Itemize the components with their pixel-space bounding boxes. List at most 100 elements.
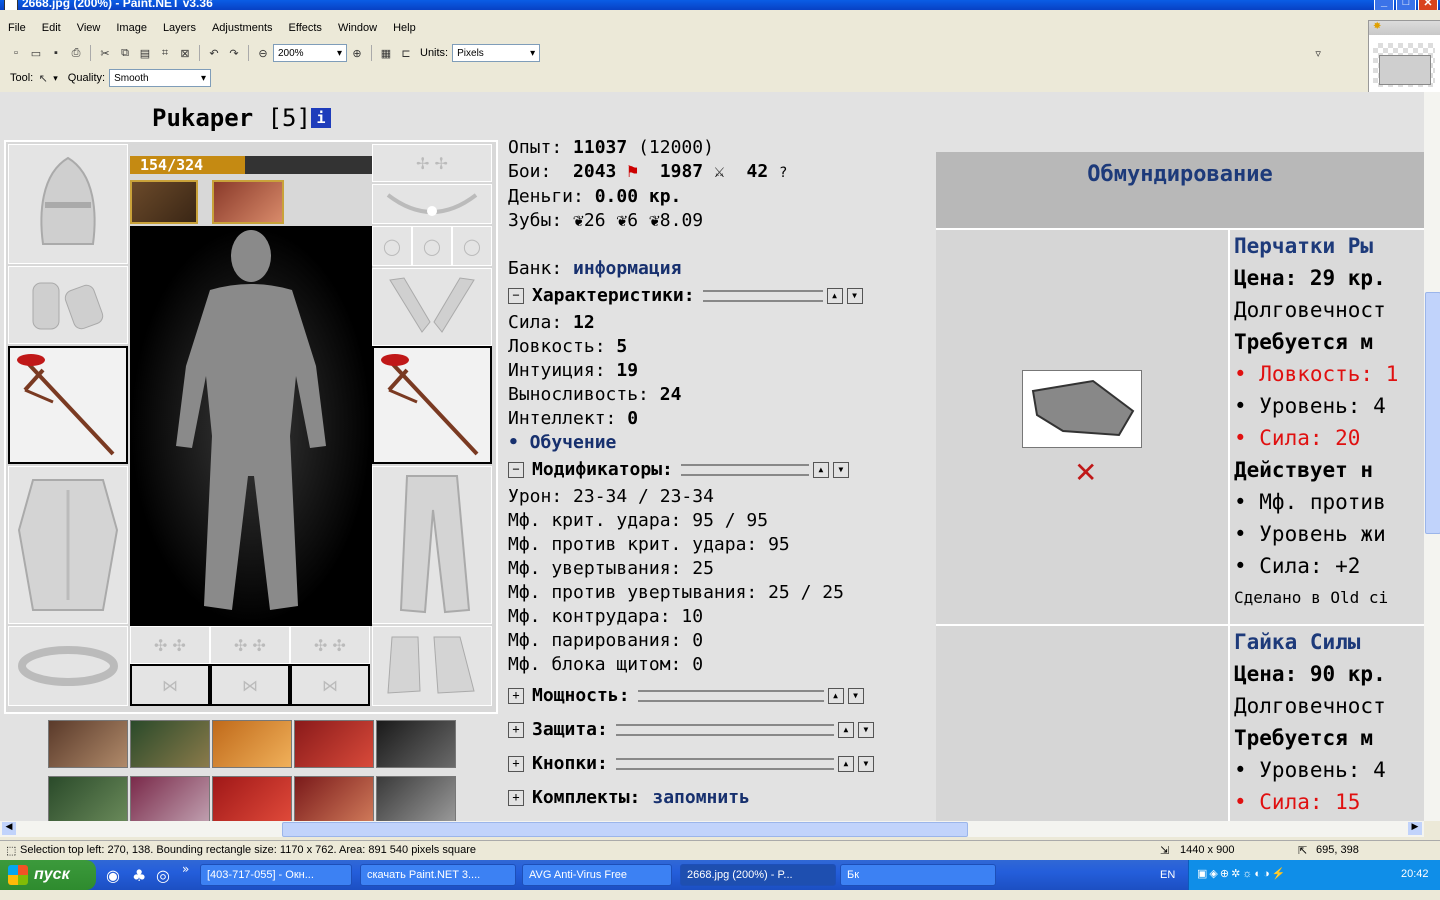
tray-icons[interactable]: ▣◈⊕✲☼◐◑⚡ bbox=[1197, 867, 1287, 880]
left-weapon-slot[interactable] bbox=[8, 346, 128, 464]
menu-window[interactable]: Window bbox=[330, 20, 385, 38]
move-up-icon[interactable]: ▲ bbox=[826, 288, 843, 304]
rune-slot-3[interactable]: ✣ ✣ bbox=[290, 626, 370, 664]
vertical-scrollbar[interactable] bbox=[1424, 92, 1440, 821]
menu-edit[interactable]: Edit bbox=[34, 20, 69, 38]
bracers-slot[interactable] bbox=[8, 266, 128, 344]
collapse-icon[interactable]: − bbox=[508, 288, 524, 304]
scroll-slot-2[interactable]: ⋈ bbox=[210, 664, 290, 706]
redo-icon[interactable]: ↷ bbox=[226, 45, 242, 61]
image-thumbnail[interactable]: ✸ bbox=[1368, 20, 1440, 94]
move-up-icon[interactable]: ▲ bbox=[827, 688, 844, 704]
scroll-right-icon[interactable]: ▶ bbox=[1408, 822, 1422, 835]
taskbar-window-button[interactable]: [403-717-055] - Окн... bbox=[200, 864, 352, 886]
new-icon[interactable]: ▫ bbox=[8, 45, 24, 61]
menu-file[interactable]: File bbox=[0, 20, 34, 38]
quality-combo[interactable]: Smooth ▾ bbox=[109, 69, 212, 87]
taskbar-window-button[interactable]: AVG Anti-Virus Free bbox=[522, 864, 672, 886]
menu-adjustments[interactable]: Adjustments bbox=[204, 20, 281, 38]
belt-slot[interactable] bbox=[8, 626, 128, 706]
crop-icon[interactable]: ⌗ bbox=[157, 45, 173, 61]
expand-icon[interactable]: + bbox=[508, 688, 524, 704]
taskbar-window-button[interactable]: скачать Paint.NET 3.... bbox=[360, 864, 516, 886]
rune-slot-1[interactable]: ✣ ✣ bbox=[130, 626, 210, 664]
copy-icon[interactable]: ⧉ bbox=[117, 45, 133, 61]
quicklaunch-app-icon[interactable]: ♣ bbox=[132, 866, 146, 885]
close-button[interactable]: ✕ bbox=[1418, 0, 1438, 10]
ring-slot-2[interactable]: ◯ bbox=[412, 226, 452, 266]
language-indicator[interactable]: EN bbox=[1160, 869, 1175, 881]
cut-icon[interactable]: ✂ bbox=[97, 45, 113, 61]
earrings-slot[interactable]: ✢ ✢ bbox=[372, 144, 492, 182]
ring-slot-3[interactable]: ◯ bbox=[452, 226, 492, 266]
collapse-icon[interactable]: − bbox=[508, 462, 524, 478]
grid-icon[interactable]: ▦ bbox=[378, 45, 394, 61]
chevron-down-icon[interactable]: ▾ bbox=[53, 73, 58, 84]
minimize-button[interactable]: _ bbox=[1374, 0, 1394, 10]
section-modifiers[interactable]: − Модификаторы: ▲ ▼ bbox=[508, 457, 928, 483]
ring-slot-1[interactable]: ◯ bbox=[372, 226, 412, 266]
skill-guard-icon[interactable] bbox=[48, 776, 128, 821]
zoom-in-icon[interactable]: ⊕ bbox=[349, 45, 365, 61]
info-icon[interactable]: i bbox=[310, 108, 331, 128]
skill-fist-icon[interactable] bbox=[212, 720, 292, 768]
food-effect-icon[interactable] bbox=[212, 180, 284, 224]
skill-fire-icon[interactable] bbox=[212, 776, 292, 821]
expand-icon[interactable]: + bbox=[508, 756, 524, 772]
section-buttons[interactable]: + Кнопки: ▲ ▼ bbox=[508, 751, 928, 777]
menu-effects[interactable]: Effects bbox=[281, 20, 330, 38]
quicklaunch-browser-icon[interactable]: ◉ bbox=[106, 866, 120, 885]
zoom-out-icon[interactable]: ⊖ bbox=[255, 45, 271, 61]
units-combo[interactable]: Pixels ▾ bbox=[452, 44, 541, 62]
deselect-icon[interactable]: ⊠ bbox=[177, 45, 193, 61]
rulers-icon[interactable]: ⊏ bbox=[398, 45, 414, 61]
boots-slot[interactable] bbox=[372, 626, 492, 706]
necklace-slot[interactable] bbox=[372, 184, 492, 224]
horizontal-scrollbar[interactable]: ◀ ▶ bbox=[0, 821, 1424, 837]
helmet-slot[interactable] bbox=[8, 144, 128, 264]
scroll-slot-3[interactable]: ⋈ bbox=[290, 664, 370, 706]
scrollbar-thumb[interactable] bbox=[282, 822, 968, 837]
training-link[interactable]: • Обучение bbox=[508, 431, 928, 455]
remember-set-link[interactable]: запомнить bbox=[652, 786, 750, 810]
leggings-slot[interactable] bbox=[372, 466, 492, 624]
section-defense[interactable]: + Защита: ▲ ▼ bbox=[508, 717, 928, 743]
item-title-link[interactable]: Перчатки Ры bbox=[1234, 230, 1424, 262]
skill-blade-icon[interactable] bbox=[376, 720, 456, 768]
rune-slot-2[interactable]: ✣ ✣ bbox=[210, 626, 290, 664]
undo-icon[interactable]: ↶ bbox=[206, 45, 222, 61]
menu-layers[interactable]: Layers bbox=[155, 20, 204, 38]
skill-sword-icon[interactable] bbox=[294, 720, 374, 768]
print-icon[interactable]: ⎙ bbox=[68, 45, 84, 61]
menu-help[interactable]: Help bbox=[385, 20, 424, 38]
move-selection-tool-icon[interactable]: ↖ bbox=[35, 70, 51, 86]
move-down-icon[interactable]: ▼ bbox=[857, 722, 874, 738]
remove-x-icon[interactable]: ✕ bbox=[1074, 456, 1097, 489]
menu-image[interactable]: Image bbox=[108, 20, 155, 38]
taskbar-window-button[interactable]: Бк bbox=[840, 864, 996, 886]
taskbar-window-button[interactable]: 2668.jpg (200%) - P... bbox=[680, 864, 836, 886]
gloves-slot[interactable] bbox=[372, 268, 492, 346]
trauma-effect-icon[interactable] bbox=[130, 180, 198, 224]
scroll-slot-1[interactable]: ⋈ bbox=[130, 664, 210, 706]
move-down-icon[interactable]: ▼ bbox=[832, 462, 849, 478]
skill-warrior-icon[interactable] bbox=[48, 720, 128, 768]
bank-info-link[interactable]: информация bbox=[573, 258, 681, 279]
save-icon[interactable]: ▪ bbox=[48, 45, 64, 61]
move-up-icon[interactable]: ▲ bbox=[812, 462, 829, 478]
zoom-combo[interactable]: 200% ▾ bbox=[273, 44, 347, 62]
maximize-button[interactable]: □ bbox=[1396, 0, 1416, 10]
gloves-item-image[interactable] bbox=[1022, 370, 1142, 448]
start-button[interactable]: пуск bbox=[0, 860, 96, 890]
section-power[interactable]: + Мощность: ▲ ▼ bbox=[508, 683, 928, 709]
paste-icon[interactable]: ▤ bbox=[137, 45, 153, 61]
open-icon[interactable]: ▭ bbox=[28, 45, 44, 61]
scrollbar-thumb[interactable] bbox=[1425, 292, 1440, 534]
right-weapon-slot[interactable] bbox=[372, 346, 492, 464]
skill-strike-icon[interactable] bbox=[130, 776, 210, 821]
skill-parry-icon[interactable] bbox=[376, 776, 456, 821]
expand-icon[interactable]: + bbox=[508, 722, 524, 738]
quicklaunch-app-icon[interactable]: ◎ bbox=[156, 866, 170, 885]
move-down-icon[interactable]: ▼ bbox=[846, 288, 863, 304]
section-sets[interactable]: + Комплекты: запомнить bbox=[508, 785, 928, 811]
